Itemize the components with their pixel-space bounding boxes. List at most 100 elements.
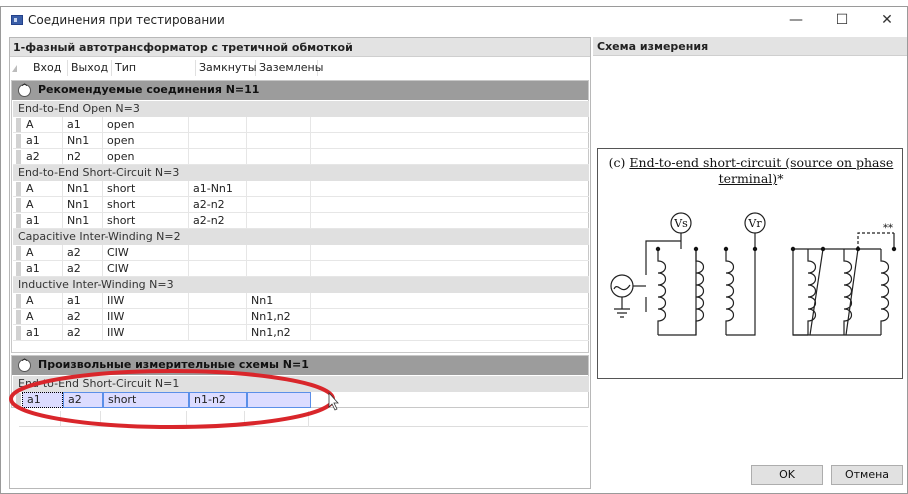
cell-output[interactable]: Nn1 bbox=[63, 197, 103, 213]
cell-grounded[interactable] bbox=[247, 181, 311, 197]
table-row[interactable]: a1 a2 IIW Nn1,n2 bbox=[13, 325, 589, 341]
selected-row[interactable]: a1 a2 short n1-n2 bbox=[13, 392, 589, 408]
column-header-output[interactable]: Выход bbox=[68, 60, 112, 76]
cell-grounded[interactable] bbox=[247, 245, 311, 261]
maximize-button[interactable]: ☐ bbox=[819, 7, 865, 33]
new-row-placeholder[interactable] bbox=[19, 411, 588, 427]
cell-shorted[interactable]: a2-n2 bbox=[189, 213, 247, 229]
recommended-group-header[interactable]: ^ Рекомендуемые соединения N=11 bbox=[12, 81, 588, 100]
cell-input[interactable]: A bbox=[22, 181, 63, 197]
cell-measurement-type[interactable]: short bbox=[103, 197, 189, 213]
cell-measurement-type[interactable]: CIW bbox=[103, 261, 189, 277]
cell-output[interactable]: Nn1 bbox=[63, 133, 103, 149]
column-header-shorted[interactable]: Замкнуты bbox=[196, 60, 257, 76]
cell-output[interactable]: n2 bbox=[63, 149, 103, 165]
collapse-icon[interactable]: ^ bbox=[18, 358, 31, 372]
cell-output[interactable]: a2 bbox=[63, 309, 103, 325]
minimize-button[interactable]: — bbox=[773, 7, 819, 33]
cell-grounded[interactable]: Nn1,n2 bbox=[247, 309, 311, 325]
cell-output[interactable]: a2 bbox=[63, 245, 103, 261]
cell-shorted[interactable] bbox=[189, 261, 247, 277]
cell-grounded[interactable] bbox=[247, 392, 311, 408]
cell-output[interactable]: a2 bbox=[63, 392, 103, 408]
close-button[interactable]: ✕ bbox=[864, 7, 908, 33]
cell-output[interactable]: a1 bbox=[63, 117, 103, 133]
cell-input[interactable]: a1 bbox=[22, 133, 63, 149]
double-star-note: ** bbox=[883, 223, 893, 234]
cell-input[interactable]: A bbox=[22, 293, 63, 309]
cell-shorted[interactable] bbox=[189, 245, 247, 261]
cell-grounded[interactable] bbox=[247, 149, 311, 165]
row-marker bbox=[16, 214, 21, 228]
custom-group-title: Произвольные измерительные схемы N=1 bbox=[38, 358, 309, 371]
cell-input[interactable]: A bbox=[22, 117, 63, 133]
cell-measurement-type[interactable]: open bbox=[103, 133, 189, 149]
cell-grounded[interactable] bbox=[247, 133, 311, 149]
cell-input[interactable]: a1 bbox=[22, 213, 63, 229]
cell-grounded[interactable] bbox=[247, 197, 311, 213]
cell-grounded[interactable] bbox=[247, 213, 311, 229]
vs-label: Vs bbox=[673, 217, 688, 230]
cell-measurement-type[interactable]: open bbox=[103, 149, 189, 165]
cell-measurement-type[interactable]: CIW bbox=[103, 245, 189, 261]
cell-grounded[interactable] bbox=[247, 117, 311, 133]
table-row[interactable]: a1 Nn1 short a2-n2 bbox=[13, 213, 589, 229]
table-row[interactable]: Aa1 open bbox=[13, 117, 589, 133]
cell-grounded[interactable]: Nn1 bbox=[247, 293, 311, 309]
cell-measurement-type[interactable]: short bbox=[103, 181, 189, 197]
cell-shorted[interactable] bbox=[189, 325, 247, 341]
cell-grounded[interactable]: Nn1,n2 bbox=[247, 325, 311, 341]
cell-input[interactable]: A bbox=[22, 245, 63, 261]
cell-output[interactable]: Nn1 bbox=[63, 213, 103, 229]
column-header-input[interactable]: Вход bbox=[30, 60, 68, 76]
cell-measurement-type[interactable]: IIW bbox=[103, 309, 189, 325]
table-row[interactable]: a1 Nn1 open bbox=[13, 133, 589, 149]
table-row[interactable]: a1 a2 CIW bbox=[13, 261, 589, 277]
cell-shorted[interactable] bbox=[189, 149, 247, 165]
custom-group-header[interactable]: ^ Произвольные измерительные схемы N=1 bbox=[12, 356, 588, 375]
cell-measurement-type[interactable]: short bbox=[103, 392, 189, 408]
table-row[interactable]: Aa2 IIW Nn1,n2 bbox=[13, 309, 589, 325]
cell-input[interactable]: A bbox=[22, 197, 63, 213]
cell-shorted[interactable] bbox=[189, 293, 247, 309]
table-row[interactable]: A Nn1 short a2-n2 bbox=[13, 197, 589, 213]
column-header-measurement-type[interactable]: Тип измерения bbox=[112, 60, 196, 90]
row-marker bbox=[16, 310, 21, 324]
cell-shorted[interactable] bbox=[189, 117, 247, 133]
cell-output[interactable]: a2 bbox=[63, 325, 103, 341]
table-row[interactable]: A Nn1 short a1-Nn1 bbox=[13, 181, 589, 197]
cancel-button[interactable]: Отмена bbox=[831, 465, 903, 485]
cell-input[interactable]: A bbox=[22, 309, 63, 325]
column-header-grounded[interactable]: Заземлены bbox=[256, 60, 323, 76]
row-marker bbox=[16, 262, 21, 276]
cell-output[interactable]: a2 bbox=[63, 261, 103, 277]
connections-panel: 1-фазный автотрансформатор с третичной о… bbox=[9, 37, 591, 489]
collapse-icon[interactable]: ^ bbox=[18, 83, 31, 97]
row-marker bbox=[16, 118, 21, 132]
row-marker bbox=[16, 182, 21, 196]
cell-input[interactable]: a1 bbox=[22, 261, 63, 277]
row-marker bbox=[16, 326, 21, 340]
custom-subgroup-header: End-to-End Short-Circuit N=1 bbox=[13, 376, 589, 392]
cell-input[interactable]: a1 bbox=[22, 392, 63, 408]
cell-measurement-type[interactable]: open bbox=[103, 117, 189, 133]
table-row[interactable]: Aa2 CIW bbox=[13, 245, 589, 261]
cell-input[interactable]: a2 bbox=[22, 149, 63, 165]
cell-shorted[interactable]: a1-Nn1 bbox=[189, 181, 247, 197]
cell-shorted[interactable] bbox=[189, 133, 247, 149]
cell-measurement-type[interactable]: IIW bbox=[103, 293, 189, 309]
ok-button[interactable]: OK bbox=[751, 465, 823, 485]
cell-shorted[interactable] bbox=[189, 309, 247, 325]
circuit-diagram: (c) End-to-end short-circuit (source on … bbox=[597, 148, 903, 379]
cell-measurement-type[interactable]: short bbox=[103, 213, 189, 229]
cell-measurement-type[interactable]: IIW bbox=[103, 325, 189, 341]
table-row[interactable]: Aa1 IIW Nn1 bbox=[13, 293, 589, 309]
cell-output[interactable]: Nn1 bbox=[63, 181, 103, 197]
cell-shorted[interactable]: a2-n2 bbox=[189, 197, 247, 213]
cell-output[interactable]: a1 bbox=[63, 293, 103, 309]
cell-grounded[interactable] bbox=[247, 261, 311, 277]
cell-shorted[interactable]: n1-n2 bbox=[189, 392, 247, 408]
table-row[interactable]: a2 n2 open bbox=[13, 149, 589, 165]
subgroup-header: End-to-End Open N=3 bbox=[13, 101, 589, 117]
cell-input[interactable]: a1 bbox=[22, 325, 63, 341]
